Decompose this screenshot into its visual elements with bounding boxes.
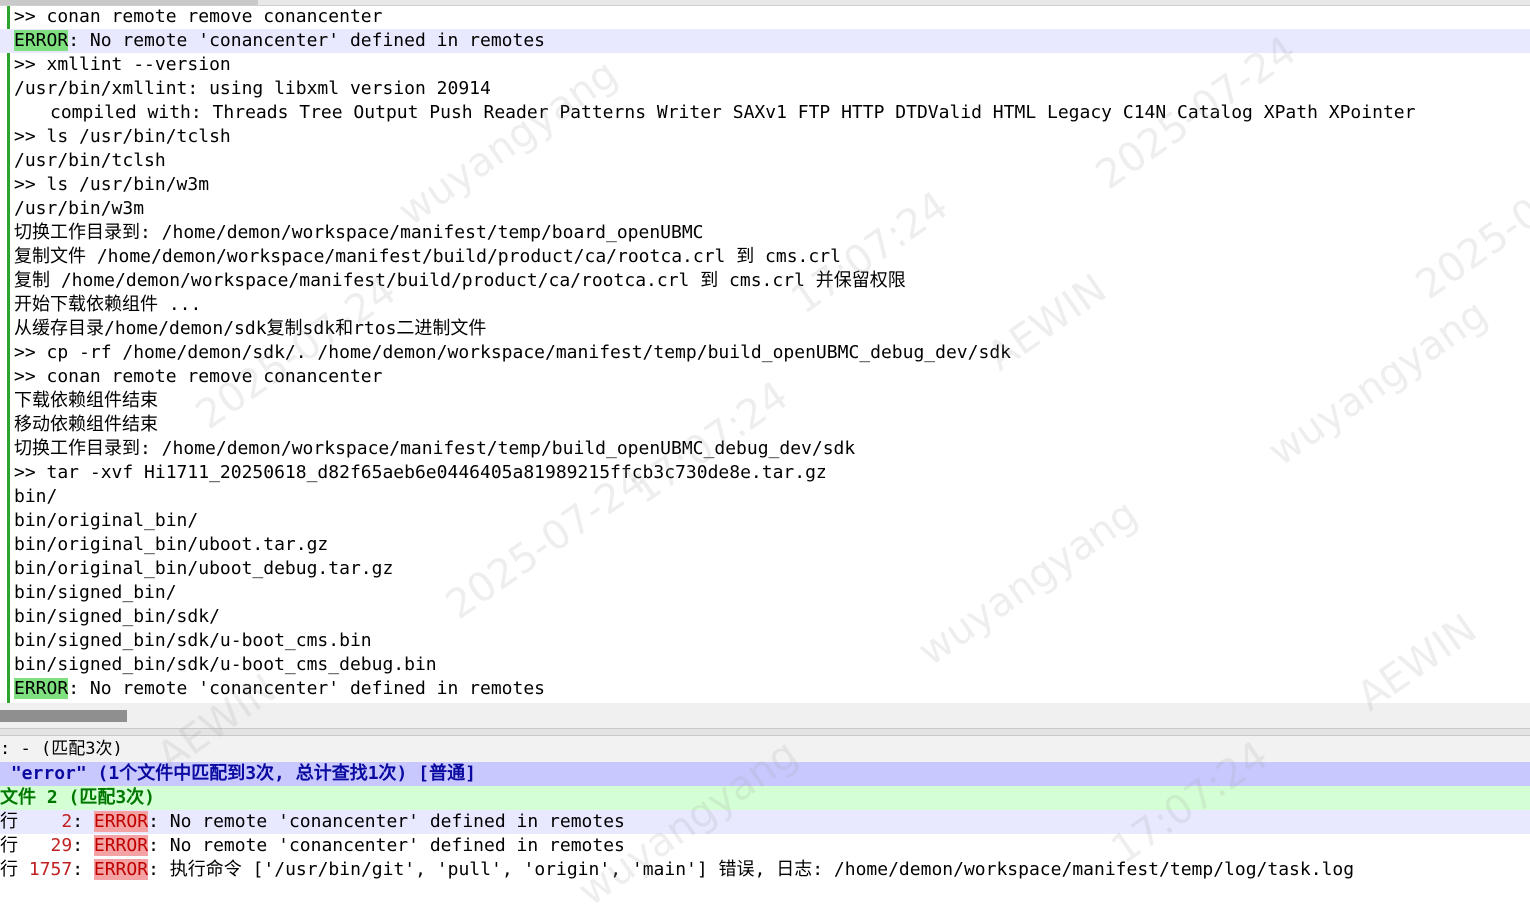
editor-line-text: /usr/bin/tclsh	[14, 150, 166, 171]
search-header[interactable]: "error" (1个文件中匹配到3次, 总计查找1次) [普通]	[0, 762, 1530, 786]
editor-line[interactable]: bin/signed_bin/sdk/u-boot_cms.bin	[0, 629, 1530, 653]
editor-line-text: bin/signed_bin/sdk/	[14, 606, 220, 627]
editor-line[interactable]: 复制 /home/demon/workspace/manifest/build/…	[0, 269, 1530, 293]
result-line-prefix: 行	[0, 835, 18, 856]
editor-line-text: >> ls /usr/bin/w3m	[14, 174, 210, 195]
search-header-text: "error" (1个文件中匹配到3次, 总计查找1次) [普通]	[10, 763, 476, 784]
editor-line-text: bin/signed_bin/	[14, 582, 177, 603]
editor-line[interactable]: bin/original_bin/uboot_debug.tar.gz	[0, 557, 1530, 581]
editor-line-text: bin/original_bin/	[14, 510, 199, 531]
editor-line-text: bin/original_bin/uboot_debug.tar.gz	[14, 558, 394, 579]
editor-line-text: 复制文件 /home/demon/workspace/manifest/buil…	[14, 246, 841, 267]
editor-line[interactable]: >> conan remote remove conancenter	[0, 365, 1530, 389]
editor-line[interactable]: /usr/bin/w3m	[0, 197, 1530, 221]
editor-line-text: 移动依赖组件结束	[14, 414, 158, 435]
editor-line-text: 下载依赖组件结束	[14, 390, 158, 411]
result-line-text: : 执行命令 ['/usr/bin/git', 'pull', 'origin'…	[148, 859, 1355, 880]
editor-line[interactable]: >> conan remote remove conancenter	[0, 5, 1530, 29]
editor-line-text: bin/signed_bin/sdk/u-boot_cms.bin	[14, 630, 372, 651]
results-title: - (匹配3次)	[20, 739, 123, 759]
editor-line-text: 复制 /home/demon/workspace/manifest/build/…	[14, 270, 906, 291]
result-line-number: 29	[18, 835, 73, 856]
editor-line-text: : No remote 'conancenter' defined in rem…	[68, 30, 546, 51]
editor-line-text: /usr/bin/w3m	[14, 198, 145, 219]
file-header[interactable]: 文件 2 (匹配3次)	[0, 786, 1530, 810]
result-line-text: : No remote 'conancenter' defined in rem…	[148, 811, 625, 832]
result-separator: :	[72, 835, 94, 856]
results-title-bar: : - (匹配3次)	[0, 736, 1530, 762]
result-match-highlight: ERROR	[93, 859, 149, 880]
horizontal-scrollbar[interactable]	[0, 703, 1530, 728]
editor-line[interactable]: /usr/bin/xmllint: using libxml version 2…	[0, 77, 1530, 101]
editor-line[interactable]: 移动依赖组件结束	[0, 413, 1530, 437]
editor-line[interactable]: /usr/bin/tclsh	[0, 149, 1530, 173]
editor-line[interactable]: bin/original_bin/	[0, 509, 1530, 533]
editor-line-text: /usr/bin/xmllint: using libxml version 2…	[14, 78, 491, 99]
result-hit-line[interactable]: 行 1757: ERROR: 执行命令 ['/usr/bin/git', 'pu…	[0, 858, 1530, 882]
editor-line-text: compiled with: Threads Tree Output Push …	[50, 102, 1416, 123]
editor-line[interactable]: 切换工作目录到: /home/demon/workspace/manifest/…	[0, 221, 1530, 245]
result-line-number: 2	[18, 811, 73, 832]
editor-line[interactable]: bin/signed_bin/sdk/	[0, 605, 1530, 629]
editor-line-text: 开始下载依赖组件 ...	[14, 294, 202, 315]
editor-line[interactable]: ERROR: No remote 'conancenter' defined i…	[0, 677, 1530, 701]
result-hit-line[interactable]: 行 2: ERROR: No remote 'conancenter' defi…	[0, 810, 1530, 834]
result-hits: 行 2: ERROR: No remote 'conancenter' defi…	[0, 810, 1530, 882]
editor-line-text: bin/original_bin/uboot.tar.gz	[14, 534, 329, 555]
editor-line[interactable]: >> tar -xvf Hi1711_20250618_d82f65aeb6e0…	[0, 461, 1530, 485]
editor-line-text: >> tar -xvf Hi1711_20250618_d82f65aeb6e0…	[14, 462, 827, 483]
result-line-prefix: 行	[0, 859, 18, 880]
search-results-pane[interactable]: : - (匹配3次) "error" (1个文件中匹配到3次, 总计查找1次) …	[0, 736, 1530, 883]
editor-line[interactable]: bin/original_bin/uboot.tar.gz	[0, 533, 1530, 557]
editor-line-text: 从缓存目录/home/demon/sdk复制sdk和rtos二进制文件	[14, 318, 487, 339]
results-title-prefix: :	[0, 739, 11, 759]
result-line-text: : No remote 'conancenter' defined in rem…	[148, 835, 625, 856]
editor-line[interactable]: compiled with: Threads Tree Output Push …	[0, 101, 1530, 125]
editor-line-text: >> conan remote remove conancenter	[14, 6, 383, 27]
scrollbar-thumb[interactable]	[0, 710, 127, 722]
editor-line-text: >> conan remote remove conancenter	[14, 366, 383, 387]
error-tag: ERROR	[14, 678, 69, 699]
editor-line-text: : No remote 'conancenter' defined in rem…	[68, 678, 546, 699]
editor-line-text: >> ls /usr/bin/tclsh	[14, 126, 231, 147]
result-match-highlight: ERROR	[93, 811, 149, 832]
result-hit-line[interactable]: 行 29: ERROR: No remote 'conancenter' def…	[0, 834, 1530, 858]
editor-line[interactable]: bin/signed_bin/sdk/u-boot_cms_debug.bin	[0, 653, 1530, 677]
editor-line[interactable]: >> xmllint --version	[0, 53, 1530, 77]
result-separator: :	[72, 859, 94, 880]
editor-line[interactable]: 开始下载依赖组件 ...	[0, 293, 1530, 317]
editor-line-text: bin/signed_bin/sdk/u-boot_cms_debug.bin	[14, 654, 437, 675]
editor-line[interactable]: bin/	[0, 485, 1530, 509]
editor-line-text: 切换工作目录到: /home/demon/workspace/manifest/…	[14, 222, 704, 243]
editor-lines: >> conan remote remove conancenter ERROR:…	[0, 5, 1530, 701]
result-match-highlight: ERROR	[93, 835, 149, 856]
editor-line[interactable]: >> ls /usr/bin/tclsh	[0, 125, 1530, 149]
result-line-prefix: 行	[0, 811, 18, 832]
file-header-text: 文件 2 (匹配3次)	[0, 787, 156, 808]
editor-line[interactable]: >> ls /usr/bin/w3m	[0, 173, 1530, 197]
editor-line-text: 切换工作目录到: /home/demon/workspace/manifest/…	[14, 438, 856, 459]
pane-splitter[interactable]	[0, 728, 1530, 736]
result-separator: :	[72, 811, 94, 832]
editor-line-text: bin/	[14, 486, 58, 507]
editor-line[interactable]: 复制文件 /home/demon/workspace/manifest/buil…	[0, 245, 1530, 269]
error-tag: ERROR	[14, 30, 69, 51]
editor-line[interactable]: ERROR: No remote 'conancenter' defined i…	[0, 29, 1530, 53]
editor-pane[interactable]: >> conan remote remove conancenter ERROR:…	[0, 0, 1530, 703]
editor-line[interactable]: 下载依赖组件结束	[0, 389, 1530, 413]
editor-line[interactable]: >> cp -rf /home/demon/sdk/. /home/demon/…	[0, 341, 1530, 365]
editor-line-text: >> xmllint --version	[14, 54, 231, 75]
result-line-number: 1757	[18, 859, 73, 880]
editor-line[interactable]: 切换工作目录到: /home/demon/workspace/manifest/…	[0, 437, 1530, 461]
editor-line-text: >> cp -rf /home/demon/sdk/. /home/demon/…	[14, 342, 1011, 363]
editor-line[interactable]: 从缓存目录/home/demon/sdk复制sdk和rtos二进制文件	[0, 317, 1530, 341]
editor-line[interactable]: bin/signed_bin/	[0, 581, 1530, 605]
